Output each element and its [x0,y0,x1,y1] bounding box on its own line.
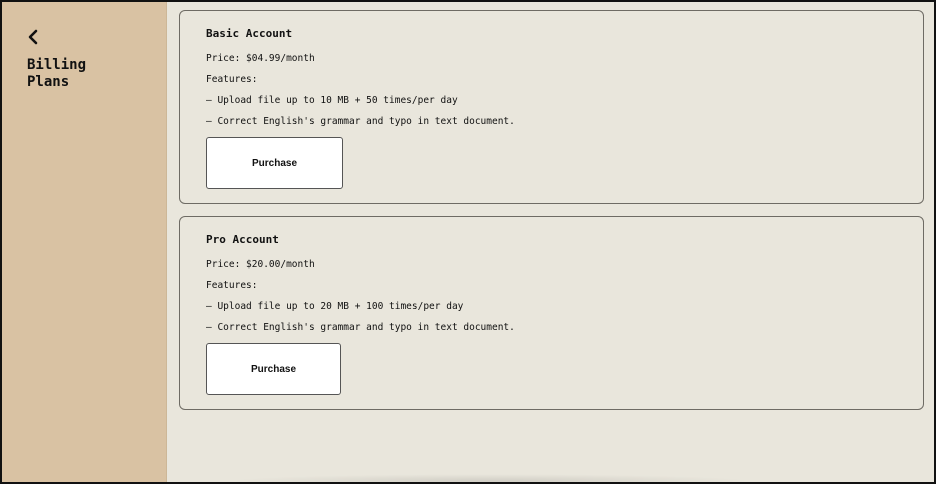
main-content: Basic Account Price: $04.99/month Featur… [167,2,934,482]
chevron-left-icon [28,29,38,45]
sidebar: Billing Plans [2,2,167,482]
plan-card-basic: Basic Account Price: $04.99/month Featur… [179,10,924,204]
plan-price: Price: $04.99/month [206,53,315,64]
app-window: Billing Plans Basic Account Price: $04.9… [0,0,936,484]
bottom-shadow [227,474,754,482]
plan-card-pro: Pro Account Price: $20.00/month Features… [179,216,924,410]
feature-item: – Correct English's grammar and typo in … [206,322,515,333]
back-button[interactable] [25,27,43,47]
feature-item: – Upload file up to 10 MB + 50 times/per… [206,95,458,106]
plan-name: Pro Account [206,233,279,246]
features-label: Features: [206,280,258,291]
plan-name: Basic Account [206,27,293,40]
page-title-text: Billing Plans [27,57,87,90]
purchase-pro-button[interactable]: Purchase [206,343,341,395]
plan-price: Price: $20.00/month [206,259,315,270]
features-label: Features: [206,74,258,85]
purchase-basic-button[interactable]: Purchase [206,137,343,189]
feature-item: – Correct English's grammar and typo in … [206,116,515,127]
feature-item: – Upload file up to 20 MB + 100 times/pe… [206,301,464,312]
page-title: Billing Plans [27,57,157,91]
